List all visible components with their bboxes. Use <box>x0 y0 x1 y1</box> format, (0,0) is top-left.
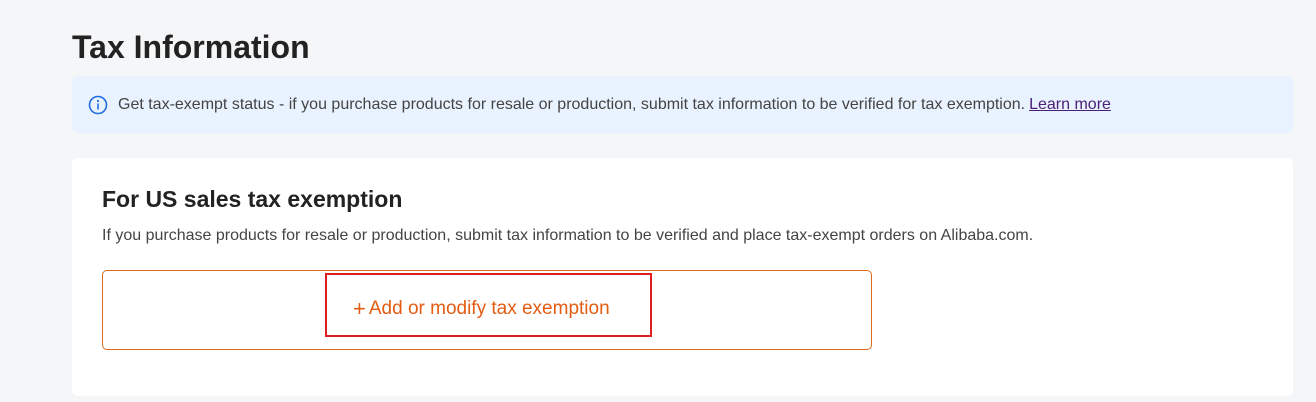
plus-icon: + <box>353 296 366 321</box>
page-title: Tax Information <box>72 29 310 65</box>
add-tax-exemption-box[interactable]: + Add or modify tax exemption <box>102 270 872 350</box>
card-title: For US sales tax exemption <box>102 186 403 212</box>
us-tax-exemption-card: For US sales tax exemption If you purcha… <box>72 158 1293 396</box>
learn-more-link[interactable]: Learn more <box>1029 96 1111 114</box>
add-tax-exemption-label: Add or modify tax exemption <box>368 298 610 319</box>
page: Tax Information Get tax-exempt status - … <box>0 0 1316 402</box>
card-description: If you purchase products for resale or p… <box>102 227 1034 244</box>
add-tax-exemption-button[interactable]: + Add or modify tax exemption <box>325 273 652 337</box>
info-icon <box>88 95 108 115</box>
info-notice: Get tax-exempt status - if you purchase … <box>72 76 1293 133</box>
notice-text: Get tax-exempt status - if you purchase … <box>118 95 1026 113</box>
